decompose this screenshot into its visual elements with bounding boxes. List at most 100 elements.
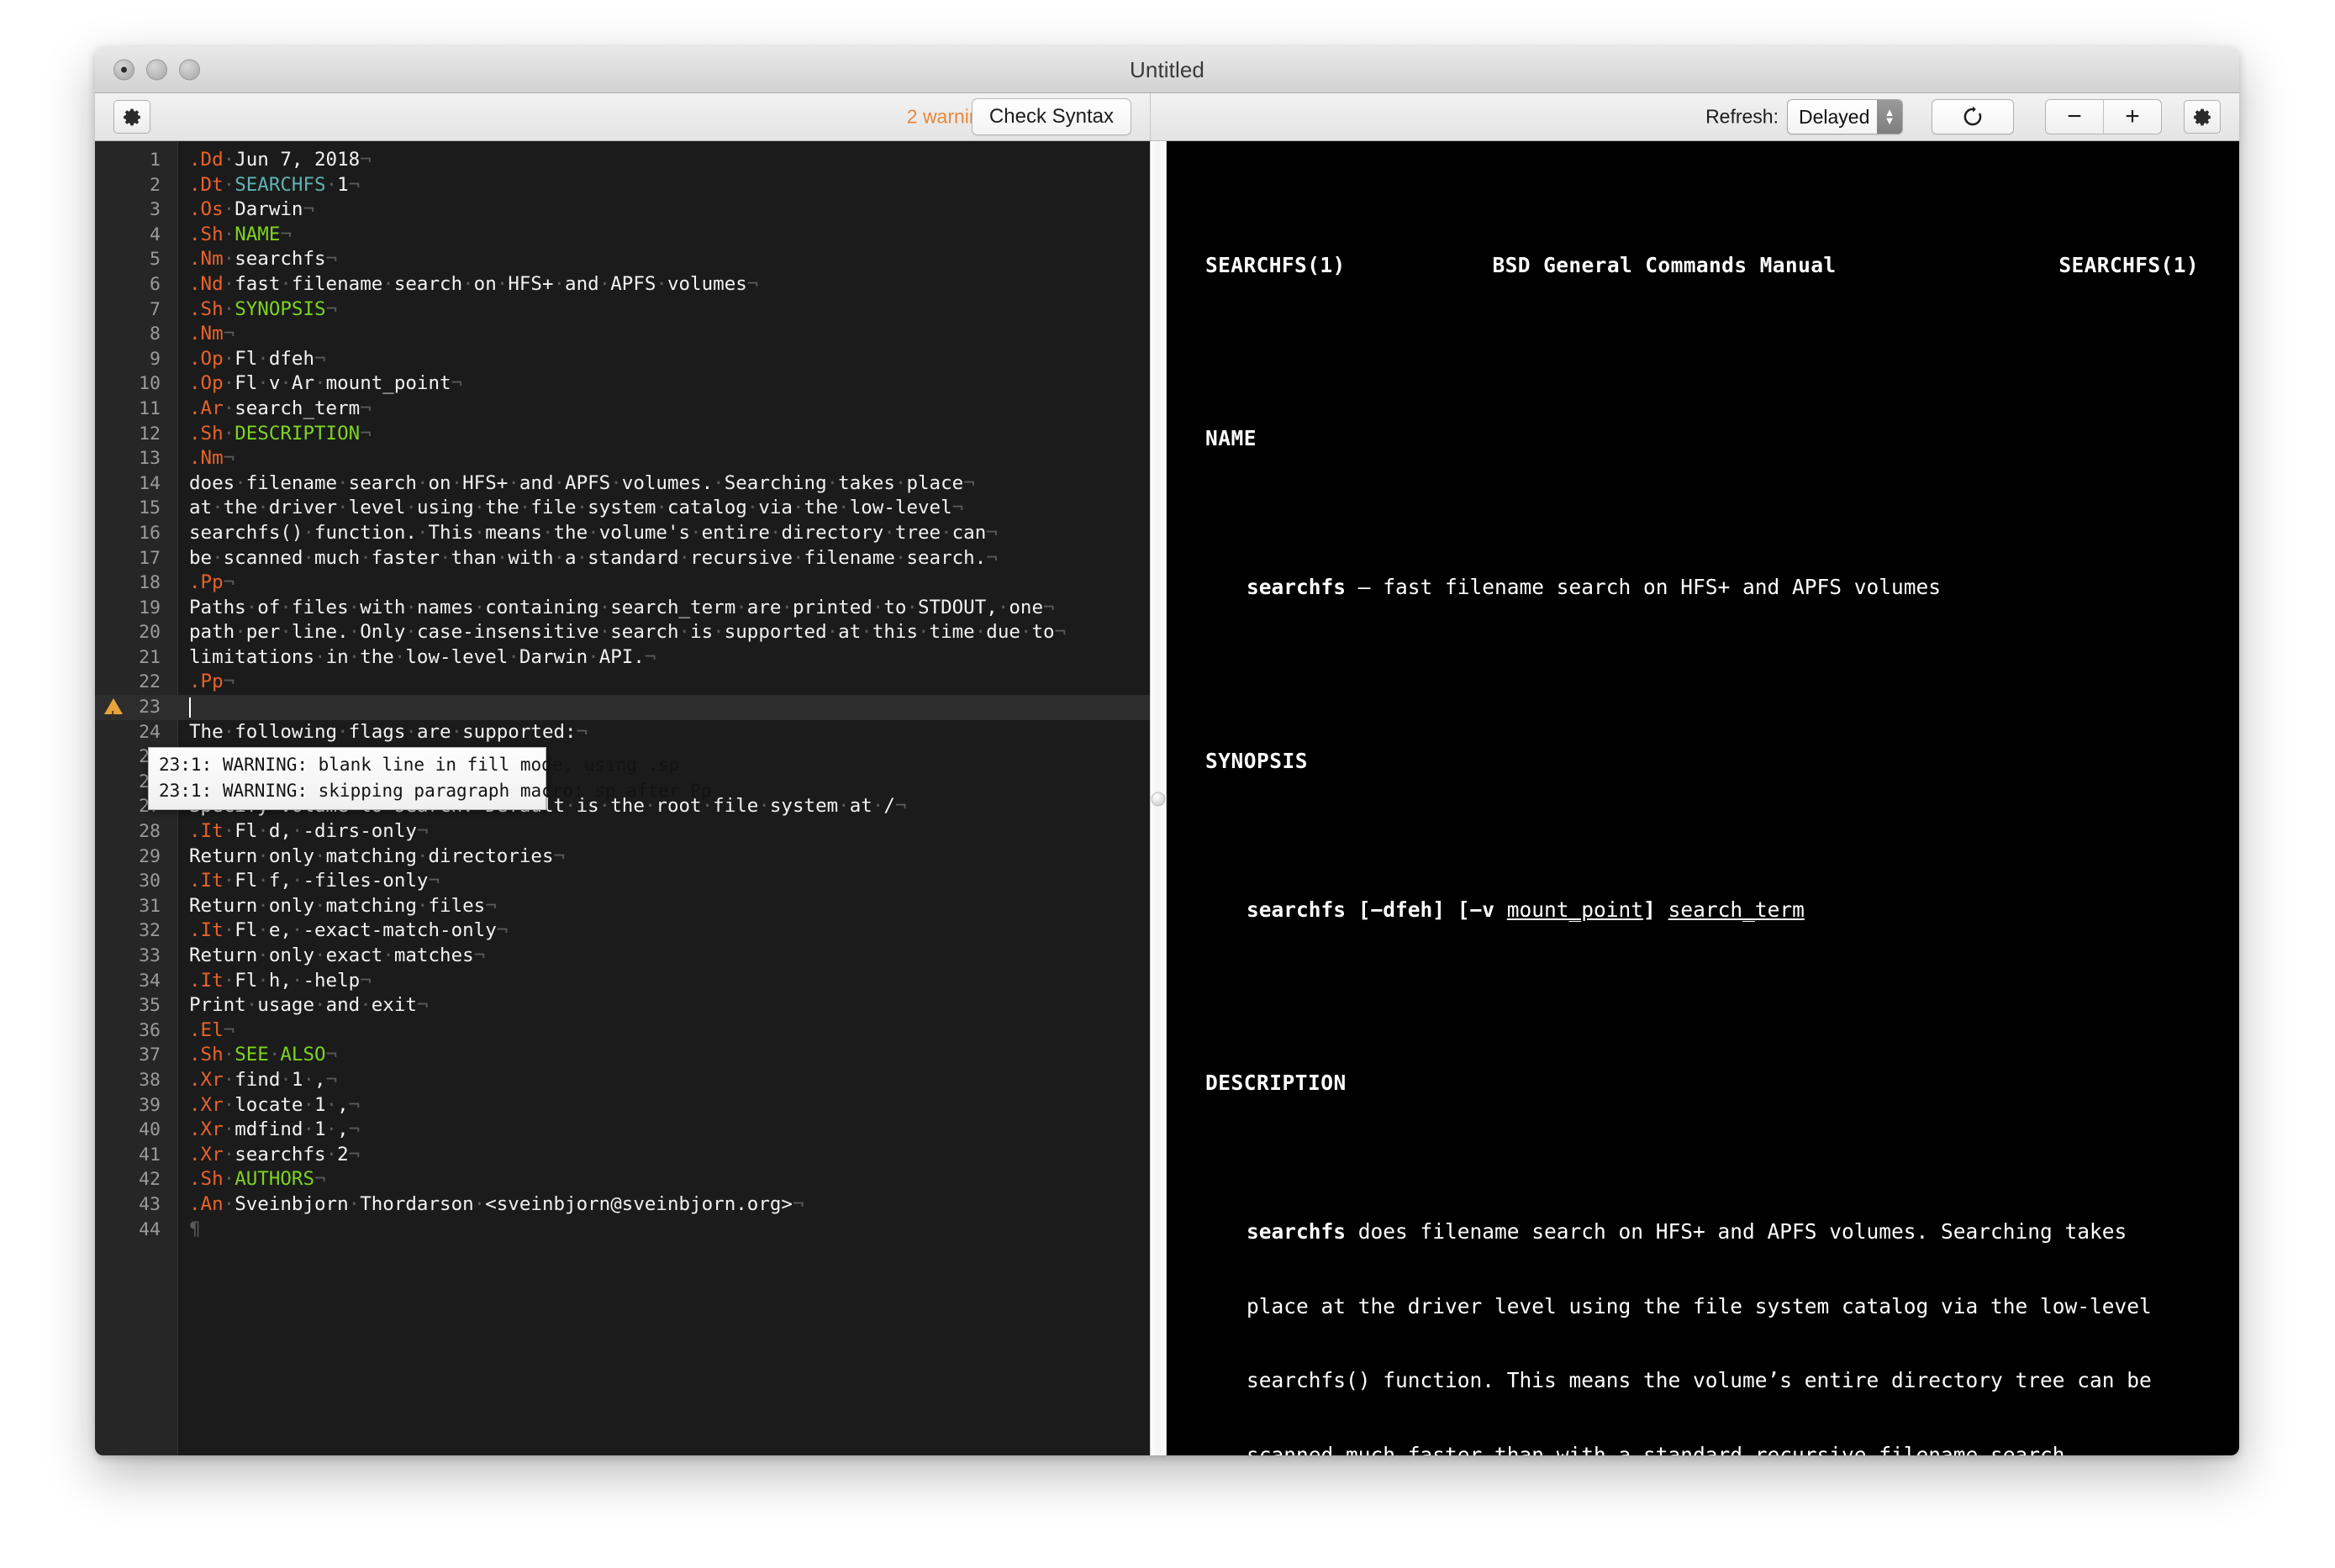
line-number: 22: [95, 670, 161, 695]
line-text: .It·Fl·h,·-help¬: [189, 969, 372, 994]
zoom-controls: − +: [2045, 99, 2162, 134]
line-number: 31: [95, 894, 161, 919]
line-text: .Pp¬: [189, 670, 235, 695]
line-number: 7: [95, 297, 161, 323]
check-syntax-button[interactable]: Check Syntax: [972, 98, 1131, 135]
code-line[interactable]: 13.Nm¬: [95, 446, 1150, 471]
line-number: 34: [95, 969, 161, 994]
code-line[interactable]: 42.Sh·AUTHORS¬: [95, 1167, 1150, 1192]
line-text: .Sh·SEE·ALSO¬: [189, 1043, 337, 1068]
line-text: searchfs()·function.·This·means·the·volu…: [189, 521, 998, 546]
man-syn-opts: [−dfeh] [−v: [1346, 897, 1507, 922]
code-line[interactable]: 7.Sh·SYNOPSIS¬: [95, 297, 1150, 323]
code-line[interactable]: 5.Nm·searchfs¬: [95, 247, 1150, 272]
line-number: 40: [95, 1118, 161, 1143]
line-number: 21: [95, 645, 161, 671]
code-line[interactable]: 39.Xr·locate·1·,¬: [95, 1093, 1150, 1118]
man-desc-p1-line1: searchfs does filename search on HFS+ an…: [1205, 1219, 2199, 1244]
code-line[interactable]: 16searchfs()·function.·This·means·the·vo…: [95, 521, 1150, 546]
line-number: 41: [95, 1143, 161, 1168]
window-body: 1.Dd·Jun 7, 2018¬2.Dt·SEARCHFS·1¬3.Os·Da…: [95, 141, 2239, 1455]
man-syn-mount-point: mount_point: [1507, 897, 1643, 922]
code-line[interactable]: 31Return·only·matching·files¬: [95, 894, 1150, 919]
code-line[interactable]: 9.Op·Fl·dfeh¬: [95, 347, 1150, 372]
line-number: 33: [95, 944, 161, 969]
code-line[interactable]: 35Print·usage·and·exit¬: [95, 993, 1150, 1018]
code-line[interactable]: 3.Os·Darwin¬: [95, 197, 1150, 223]
code-line[interactable]: 29Return·only·matching·directories¬: [95, 845, 1150, 870]
preview-settings-button[interactable]: [2184, 100, 2221, 134]
toolbar-row: 2 warnings Check Syntax Refresh: Delayed…: [95, 93, 2239, 141]
code-line[interactable]: 43.An·Sveinbjorn·Thordarson·<sveinbjorn@…: [95, 1192, 1150, 1218]
code-line[interactable]: 23: [95, 695, 1150, 720]
code-line[interactable]: 21limitations·in·the·low-level·Darwin·AP…: [95, 645, 1150, 671]
line-text: .Dd·Jun 7, 2018¬: [189, 148, 372, 173]
code-line[interactable]: 19Paths·of·files·with·names·containing·s…: [95, 596, 1150, 621]
refresh-mode-select[interactable]: Delayed ▲▼: [1787, 99, 1903, 134]
line-number: 32: [95, 918, 161, 944]
code-line[interactable]: 22 .Pp¬: [95, 670, 1150, 695]
desktop-background: Untitled 2 warnings Check Syntax Refresh…: [0, 0, 2335, 1568]
man-name-desc: — fast filename search on HFS+ and APFS …: [1346, 575, 1941, 599]
code-line[interactable]: 10.Op·Fl·v·Ar·mount_point¬: [95, 371, 1150, 397]
zoom-in-button[interactable]: +: [2103, 100, 2161, 134]
code-line[interactable]: 33 Return·only·exact·matches¬: [95, 944, 1150, 969]
code-line[interactable]: 28 .It·Fl·d,·-dirs-only¬: [95, 819, 1150, 845]
code-line[interactable]: 44¶: [95, 1218, 1150, 1243]
code-line[interactable]: 6.Nd·fast·filename·search·on·HFS+·and·AP…: [95, 272, 1150, 297]
code-line[interactable]: 24The·following·flags·are·supported:¬: [95, 720, 1150, 745]
line-text: .El¬: [189, 1018, 235, 1044]
line-text: does·filename·search·on·HFS+·and·APFS·vo…: [189, 471, 975, 497]
line-number: 29: [95, 845, 161, 870]
editor-settings-button[interactable]: [113, 100, 150, 134]
man-desc-line: does filename search on HFS+ and APFS vo…: [1346, 1219, 2127, 1244]
line-number: 23: [95, 695, 161, 720]
code-line[interactable]: 20path·per·line.·Only·case-insensitive·s…: [95, 620, 1150, 645]
code-line[interactable]: 40.Xr·mdfind·1·,¬: [95, 1118, 1150, 1143]
line-text: Paths·of·files·with·names·containing·sea…: [189, 596, 1055, 621]
code-line[interactable]: 30.It·Fl·f,·-files-only¬: [95, 869, 1150, 894]
code-line[interactable]: 12.Sh·DESCRIPTION¬: [95, 422, 1150, 447]
code-line[interactable]: 18.Pp¬: [95, 571, 1150, 596]
code-line[interactable]: 14does·filename·search·on·HFS+·and·APFS·…: [95, 471, 1150, 497]
code-line[interactable]: 41.Xr·searchfs·2¬: [95, 1143, 1150, 1168]
zoom-out-button[interactable]: −: [2046, 100, 2103, 134]
man-header-right: SEARCHFS(1): [2058, 253, 2199, 278]
line-number: 5: [95, 247, 161, 272]
man-header: SEARCHFS(1) BSD General Commands Manual …: [1205, 253, 2199, 278]
line-text: The·following·flags·are·supported:¬: [189, 720, 588, 745]
line-number: 28: [95, 819, 161, 845]
code-line[interactable]: 2.Dt·SEARCHFS·1¬: [95, 173, 1150, 198]
warning-message: 23:1: WARNING: skipping paragraph macro:…: [149, 778, 546, 804]
splitter-handle-icon[interactable]: [1152, 792, 1166, 807]
pane-splitter[interactable]: [1150, 141, 1167, 1455]
line-text: Return·only·exact·matches¬: [189, 944, 485, 969]
reload-button[interactable]: [1932, 99, 2014, 134]
code-line[interactable]: 34 .It·Fl·h,·-help¬: [95, 969, 1150, 994]
line-number: 12: [95, 422, 161, 447]
editor-toolbar: 2 warnings Check Syntax: [95, 93, 1151, 140]
code-line[interactable]: 15at·the·driver·level·using·the·file·sys…: [95, 496, 1150, 521]
code-line[interactable]: 36.El¬: [95, 1018, 1150, 1044]
code-line[interactable]: 37.Sh·SEE·ALSO¬: [95, 1043, 1150, 1068]
code-line[interactable]: 38.Xr·find·1·,¬: [95, 1068, 1150, 1093]
code-line[interactable]: 1.Dd·Jun 7, 2018¬: [95, 148, 1150, 173]
source-editor-pane[interactable]: 1.Dd·Jun 7, 2018¬2.Dt·SEARCHFS·1¬3.Os·Da…: [95, 141, 1150, 1455]
man-desc-line: searchfs() function. This means the volu…: [1205, 1368, 2199, 1393]
line-text: .It·Fl·d,·-dirs-only¬: [189, 819, 428, 845]
man-preview-pane[interactable]: SEARCHFS(1) BSD General Commands Manual …: [1167, 141, 2239, 1455]
code-line[interactable]: 11.Ar·search_term¬: [95, 397, 1150, 422]
line-number: 17: [95, 546, 161, 571]
man-page-content: SEARCHFS(1) BSD General Commands Manual …: [1167, 141, 2239, 1455]
code-line[interactable]: 8.Nm¬: [95, 322, 1150, 347]
line-number: 18: [95, 571, 161, 596]
man-section-description: DESCRIPTION: [1205, 1071, 2199, 1096]
line-number: 35: [95, 993, 161, 1018]
line-text: at·the·driver·level·using·the·file·syste…: [189, 496, 963, 521]
code-line[interactable]: 17be·scanned·much·faster·than·with·a·sta…: [95, 546, 1150, 571]
code-line[interactable]: 4.Sh·NAME¬: [95, 223, 1150, 248]
code-line[interactable]: 32.It·Fl·e,·-exact-match-only¬: [95, 918, 1150, 944]
line-number: 6: [95, 272, 161, 297]
man-name-body: searchfs — fast filename search on HFS+ …: [1205, 575, 2199, 600]
man-syn-mid: ]: [1643, 897, 1668, 922]
